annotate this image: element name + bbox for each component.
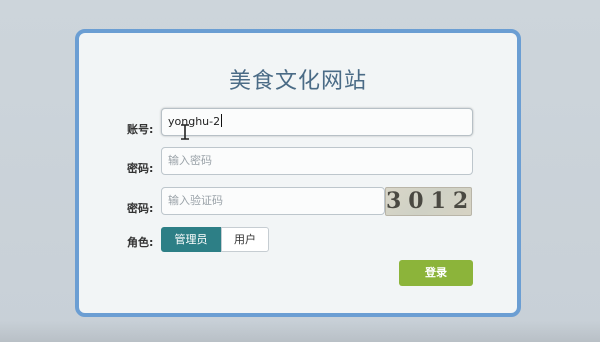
captcha-image[interactable]: 3012	[385, 187, 472, 216]
captcha-field[interactable]: 输入验证码	[161, 187, 385, 215]
captcha-placeholder: 输入验证码	[168, 194, 223, 207]
role-admin-button[interactable]: 管理员	[161, 227, 221, 252]
text-cursor-icon	[181, 124, 189, 140]
account-field[interactable]: yonghu-2	[161, 108, 473, 136]
role-label: 角色:	[127, 236, 154, 249]
role-toggle-group: 管理员 用户	[161, 227, 269, 252]
text-caret	[221, 114, 223, 127]
role-user-button[interactable]: 用户	[221, 227, 269, 252]
account-label: 账号:	[127, 123, 154, 136]
password-placeholder: 输入密码	[168, 154, 212, 167]
account-value: yonghu-2	[168, 115, 221, 128]
captcha-label: 密码:	[127, 202, 154, 215]
page-title: 美食文化网站	[228, 69, 367, 94]
login-card: 美食文化网站 账号: yonghu-2 密码: 输入密码 密码: 输入验证码 3…	[75, 29, 521, 317]
password-field[interactable]: 输入密码	[161, 147, 473, 175]
password-label: 密码:	[127, 162, 154, 175]
login-button[interactable]: 登录	[399, 260, 473, 286]
background-shade	[0, 320, 600, 342]
